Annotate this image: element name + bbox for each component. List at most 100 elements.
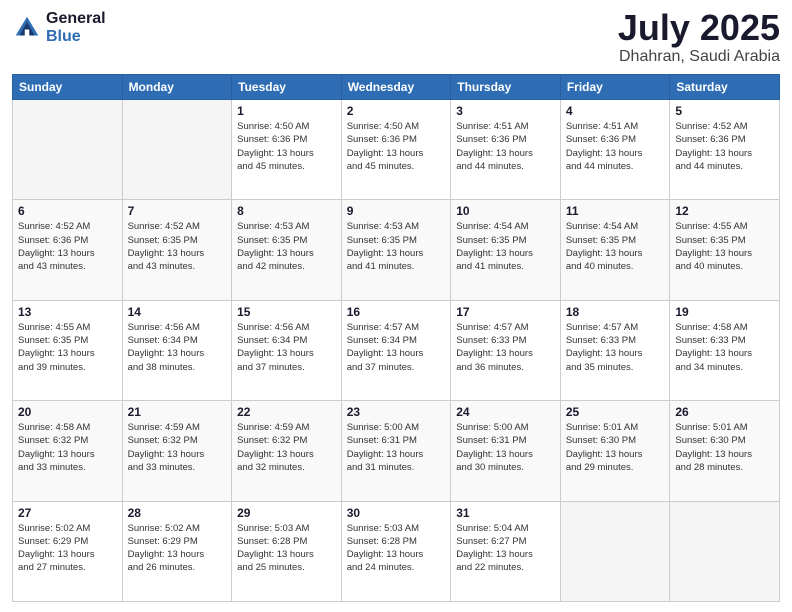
day-number: 24 [456,405,555,419]
logo: General Blue [12,10,106,45]
calendar-table: SundayMondayTuesdayWednesdayThursdayFrid… [12,74,780,602]
day-info: Sunrise: 4:54 AM Sunset: 6:35 PM Dayligh… [456,220,555,273]
day-info: Sunrise: 4:58 AM Sunset: 6:32 PM Dayligh… [18,421,117,474]
calendar-cell: 18 Sunrise: 4:57 AM Sunset: 6:33 PM Dayli… [560,300,670,400]
day-info: Sunrise: 4:52 AM Sunset: 6:35 PM Dayligh… [128,220,227,273]
logo-blue-text: Blue [46,28,106,46]
weekday-header-thursday: Thursday [451,75,561,100]
weekday-header-monday: Monday [122,75,232,100]
calendar-cell: 10 Sunrise: 4:54 AM Sunset: 6:35 PM Dayli… [451,200,561,300]
day-number: 15 [237,305,336,319]
calendar-cell: 30 Sunrise: 5:03 AM Sunset: 6:28 PM Dayli… [341,501,451,601]
weekday-header-wednesday: Wednesday [341,75,451,100]
calendar-header-row: SundayMondayTuesdayWednesdayThursdayFrid… [13,75,780,100]
day-info: Sunrise: 4:54 AM Sunset: 6:35 PM Dayligh… [566,220,665,273]
day-number: 30 [347,506,446,520]
day-number: 14 [128,305,227,319]
day-info: Sunrise: 4:50 AM Sunset: 6:36 PM Dayligh… [237,120,336,173]
day-info: Sunrise: 4:59 AM Sunset: 6:32 PM Dayligh… [237,421,336,474]
day-info: Sunrise: 5:03 AM Sunset: 6:28 PM Dayligh… [347,522,446,575]
calendar-cell: 27 Sunrise: 5:02 AM Sunset: 6:29 PM Dayli… [13,501,123,601]
day-number: 16 [347,305,446,319]
calendar-cell: 21 Sunrise: 4:59 AM Sunset: 6:32 PM Dayli… [122,401,232,501]
weekday-header-tuesday: Tuesday [232,75,342,100]
calendar-cell: 19Sunrise: 4:58 AM Sunset: 6:33 PM Dayli… [670,300,780,400]
day-info: Sunrise: 4:52 AM Sunset: 6:36 PM Dayligh… [18,220,117,273]
day-info: Sunrise: 4:53 AM Sunset: 6:35 PM Dayligh… [347,220,446,273]
day-number: 25 [566,405,665,419]
calendar-cell: 31 Sunrise: 5:04 AM Sunset: 6:27 PM Dayli… [451,501,561,601]
calendar-week-5: 27 Sunrise: 5:02 AM Sunset: 6:29 PM Dayli… [13,501,780,601]
calendar-week-2: 6 Sunrise: 4:52 AM Sunset: 6:36 PM Daylig… [13,200,780,300]
day-info: Sunrise: 4:51 AM Sunset: 6:36 PM Dayligh… [456,120,555,173]
calendar-cell: 4 Sunrise: 4:51 AM Sunset: 6:36 PM Daylig… [560,100,670,200]
day-info: Sunrise: 5:03 AM Sunset: 6:28 PM Dayligh… [237,522,336,575]
day-number: 4 [566,104,665,118]
day-info: Sunrise: 4:57 AM Sunset: 6:33 PM Dayligh… [456,321,555,374]
calendar-cell: 20 Sunrise: 4:58 AM Sunset: 6:32 PM Dayli… [13,401,123,501]
day-number: 12 [675,204,774,218]
calendar-cell: 7Sunrise: 4:52 AM Sunset: 6:35 PM Daylig… [122,200,232,300]
day-number: 19 [675,305,774,319]
calendar-cell [560,501,670,601]
calendar-cell: 17 Sunrise: 4:57 AM Sunset: 6:33 PM Dayli… [451,300,561,400]
day-number: 13 [18,305,117,319]
day-number: 3 [456,104,555,118]
day-info: Sunrise: 5:00 AM Sunset: 6:31 PM Dayligh… [456,421,555,474]
day-number: 31 [456,506,555,520]
calendar-cell [122,100,232,200]
day-info: Sunrise: 4:56 AM Sunset: 6:34 PM Dayligh… [128,321,227,374]
day-info: Sunrise: 5:04 AM Sunset: 6:27 PM Dayligh… [456,522,555,575]
day-number: 26 [675,405,774,419]
calendar-cell: 24 Sunrise: 5:00 AM Sunset: 6:31 PM Dayli… [451,401,561,501]
calendar-week-4: 20 Sunrise: 4:58 AM Sunset: 6:32 PM Dayli… [13,401,780,501]
day-number: 20 [18,405,117,419]
day-number: 17 [456,305,555,319]
day-number: 27 [18,506,117,520]
calendar-cell: 13Sunrise: 4:55 AM Sunset: 6:35 PM Dayli… [13,300,123,400]
day-number: 8 [237,204,336,218]
calendar-week-1: 1 Sunrise: 4:50 AM Sunset: 6:36 PM Daylig… [13,100,780,200]
day-number: 1 [237,104,336,118]
title-block: July 2025 Dhahran, Saudi Arabia [618,10,780,66]
day-info: Sunrise: 4:57 AM Sunset: 6:34 PM Dayligh… [347,321,446,374]
calendar-cell [13,100,123,200]
day-info: Sunrise: 4:52 AM Sunset: 6:36 PM Dayligh… [675,120,774,173]
day-info: Sunrise: 5:01 AM Sunset: 6:30 PM Dayligh… [675,421,774,474]
day-info: Sunrise: 4:55 AM Sunset: 6:35 PM Dayligh… [675,220,774,273]
day-number: 5 [675,104,774,118]
day-info: Sunrise: 4:53 AM Sunset: 6:35 PM Dayligh… [237,220,336,273]
page: General Blue July 2025 Dhahran, Saudi Ar… [0,0,792,612]
day-info: Sunrise: 4:51 AM Sunset: 6:36 PM Dayligh… [566,120,665,173]
calendar-cell: 3 Sunrise: 4:51 AM Sunset: 6:36 PM Daylig… [451,100,561,200]
calendar-cell: 11Sunrise: 4:54 AM Sunset: 6:35 PM Dayli… [560,200,670,300]
calendar-cell: 28Sunrise: 5:02 AM Sunset: 6:29 PM Dayli… [122,501,232,601]
weekday-header-sunday: Sunday [13,75,123,100]
day-info: Sunrise: 5:02 AM Sunset: 6:29 PM Dayligh… [18,522,117,575]
day-number: 28 [128,506,227,520]
day-number: 23 [347,405,446,419]
calendar-cell: 5 Sunrise: 4:52 AM Sunset: 6:36 PM Daylig… [670,100,780,200]
day-number: 6 [18,204,117,218]
day-number: 21 [128,405,227,419]
month-year: July 2025 [618,10,780,46]
logo-general-text: General [46,10,106,28]
day-number: 18 [566,305,665,319]
day-info: Sunrise: 4:59 AM Sunset: 6:32 PM Dayligh… [128,421,227,474]
day-number: 10 [456,204,555,218]
day-number: 2 [347,104,446,118]
calendar-cell: 25 Sunrise: 5:01 AM Sunset: 6:30 PM Dayli… [560,401,670,501]
day-number: 9 [347,204,446,218]
calendar-cell: 1 Sunrise: 4:50 AM Sunset: 6:36 PM Daylig… [232,100,342,200]
day-info: Sunrise: 5:00 AM Sunset: 6:31 PM Dayligh… [347,421,446,474]
location: Dhahran, Saudi Arabia [618,48,780,66]
logo-icon [12,13,42,43]
day-info: Sunrise: 4:57 AM Sunset: 6:33 PM Dayligh… [566,321,665,374]
day-number: 29 [237,506,336,520]
calendar-cell: 16 Sunrise: 4:57 AM Sunset: 6:34 PM Dayli… [341,300,451,400]
day-info: Sunrise: 5:01 AM Sunset: 6:30 PM Dayligh… [566,421,665,474]
calendar-cell [670,501,780,601]
calendar-week-3: 13Sunrise: 4:55 AM Sunset: 6:35 PM Dayli… [13,300,780,400]
calendar-cell: 23 Sunrise: 5:00 AM Sunset: 6:31 PM Dayli… [341,401,451,501]
day-number: 22 [237,405,336,419]
